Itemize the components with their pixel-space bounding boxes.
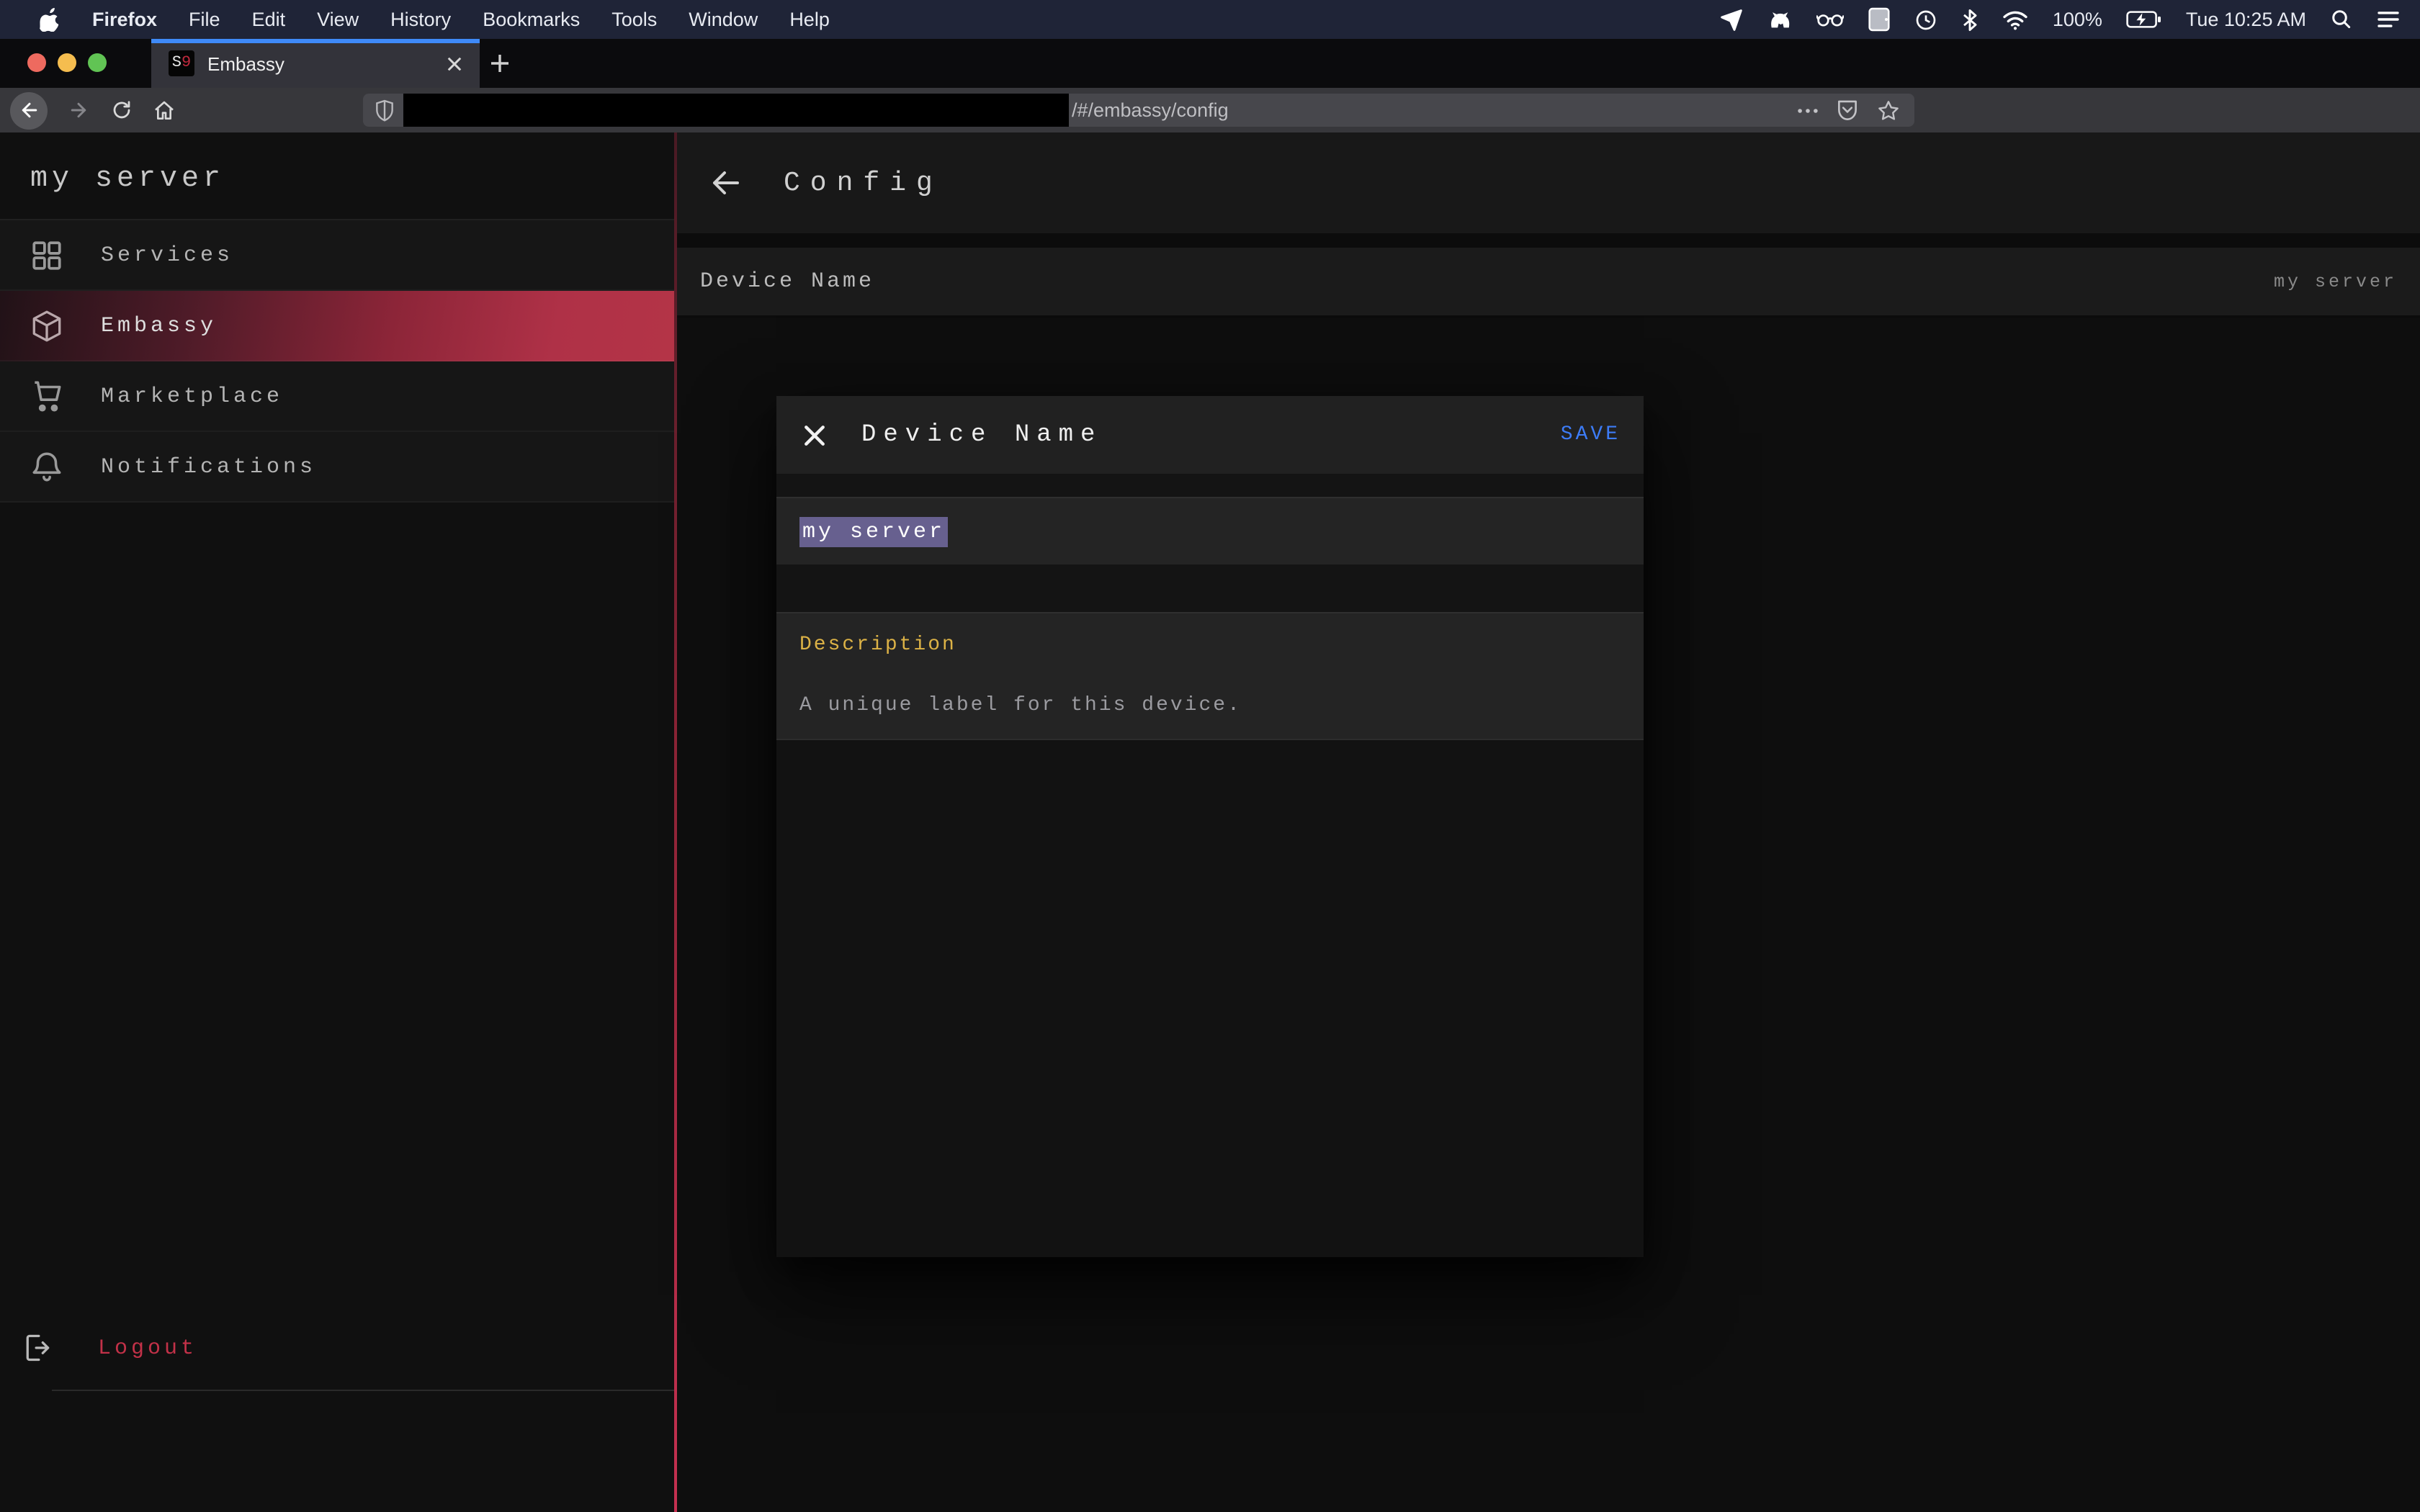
modal-gap bbox=[776, 474, 1644, 497]
header-gap bbox=[677, 233, 2420, 248]
back-arrow-icon bbox=[18, 99, 40, 121]
apple-icon bbox=[39, 7, 60, 32]
logout-button[interactable]: Logout bbox=[0, 1316, 674, 1380]
device-name-row[interactable]: Device Name my server bbox=[677, 248, 2420, 318]
sidebar-item-label: Embassy bbox=[101, 313, 217, 338]
page-header: Config bbox=[677, 132, 2420, 233]
close-icon[interactable] bbox=[802, 423, 827, 447]
sidebar-item-services[interactable]: Services bbox=[0, 219, 674, 291]
sidebar-item-label: Services bbox=[101, 243, 233, 267]
active-tab-indicator bbox=[151, 39, 480, 42]
zoom-window-button[interactable] bbox=[88, 53, 107, 72]
battery-icon bbox=[2127, 10, 2161, 29]
logout-icon bbox=[22, 1332, 53, 1364]
tab-title: Embassy bbox=[207, 53, 447, 74]
firefox-navbar: /#/embassy/config ADB bbox=[0, 88, 2420, 132]
sidebar-item-label: Notifications bbox=[101, 454, 316, 479]
menu-file[interactable]: File bbox=[173, 0, 236, 39]
modal-title: Device Name bbox=[861, 421, 1102, 449]
site-favicon: S9 bbox=[169, 50, 194, 76]
menu-edit[interactable]: Edit bbox=[236, 0, 302, 39]
device-name-value: my server bbox=[2274, 271, 2397, 292]
url-bar[interactable]: /#/embassy/config bbox=[363, 94, 1914, 127]
spotlight-icon[interactable] bbox=[2331, 9, 2352, 30]
sidebar-item-embassy[interactable]: Embassy bbox=[0, 291, 674, 361]
screen: Firefox File Edit View History Bookmarks… bbox=[0, 0, 2420, 1512]
back-button[interactable] bbox=[10, 91, 48, 129]
sidebar-menu: Services Embassy Marketplace Notificatio… bbox=[0, 219, 674, 503]
home-button[interactable] bbox=[143, 91, 186, 129]
menu-help[interactable]: Help bbox=[774, 0, 846, 39]
main-content: Config Device Name my server Device Name… bbox=[677, 132, 2420, 1512]
url-path-text: /#/embassy/config bbox=[1072, 99, 1798, 121]
description-label: Description bbox=[799, 634, 956, 657]
logout-label: Logout bbox=[98, 1336, 197, 1360]
tracking-protection-shield-icon[interactable] bbox=[375, 99, 395, 122]
cart-icon bbox=[29, 378, 65, 414]
cube-icon bbox=[29, 307, 65, 343]
glasses-icon[interactable] bbox=[1816, 10, 1844, 29]
modal-gap bbox=[776, 564, 1644, 612]
bookmark-star-icon[interactable] bbox=[1877, 99, 1900, 122]
sidebar-item-notifications[interactable]: Notifications bbox=[0, 432, 674, 503]
macos-menubar: Firefox File Edit View History Bookmarks… bbox=[0, 0, 2420, 39]
paper-plane-icon[interactable] bbox=[1720, 8, 1743, 31]
animal-icon[interactable] bbox=[1767, 9, 1792, 30]
menu-list-icon[interactable] bbox=[2377, 10, 2400, 29]
menu-bookmarks[interactable]: Bookmarks bbox=[467, 0, 596, 39]
close-window-button[interactable] bbox=[27, 53, 46, 72]
device-name-input[interactable]: my server bbox=[776, 497, 1644, 566]
reload-icon bbox=[110, 99, 132, 121]
pocket-icon[interactable] bbox=[1837, 99, 1858, 122]
close-tab-icon[interactable] bbox=[447, 55, 462, 71]
description-section: Description A unique label for this devi… bbox=[776, 612, 1644, 740]
plus-icon bbox=[490, 53, 510, 73]
page-title: Config bbox=[784, 167, 943, 199]
device-name-modal: Device Name SAVE my server Description A… bbox=[776, 396, 1644, 1257]
menu-view[interactable]: View bbox=[301, 0, 375, 39]
sidebar-divider bbox=[52, 1390, 674, 1391]
modal-header: Device Name SAVE bbox=[776, 396, 1644, 474]
bluetooth-icon[interactable] bbox=[1962, 8, 1978, 31]
sidebar: my server Services Embassy Marketplace N… bbox=[0, 132, 674, 1512]
time-machine-icon[interactable] bbox=[1914, 8, 1937, 31]
browser-tab-embassy[interactable]: S9 Embassy bbox=[151, 39, 480, 88]
save-button[interactable]: SAVE bbox=[1561, 423, 1621, 446]
input-selected-text: my server bbox=[799, 517, 948, 547]
display-icon[interactable] bbox=[1868, 7, 1890, 32]
firefox-tabbar: S9 Embassy bbox=[0, 39, 2420, 88]
wifi-icon[interactable] bbox=[2002, 9, 2028, 30]
menubar-app-name[interactable]: Firefox bbox=[76, 0, 173, 39]
grid-icon bbox=[29, 237, 65, 273]
menubar-clock[interactable]: Tue 10:25 AM bbox=[2186, 9, 2306, 30]
menu-history[interactable]: History bbox=[375, 0, 467, 39]
home-icon bbox=[153, 99, 176, 122]
new-tab-button[interactable] bbox=[490, 39, 510, 88]
sidebar-item-marketplace[interactable]: Marketplace bbox=[0, 361, 674, 432]
minimize-window-button[interactable] bbox=[58, 53, 76, 72]
menu-tools[interactable]: Tools bbox=[596, 0, 673, 39]
menu-window[interactable]: Window bbox=[673, 0, 774, 39]
reload-button[interactable] bbox=[99, 91, 143, 129]
device-name-label: Device Name bbox=[700, 269, 874, 294]
page-actions-ellipsis-icon[interactable] bbox=[1798, 107, 1818, 113]
server-name-title: my server bbox=[30, 163, 225, 196]
apple-menu[interactable] bbox=[23, 0, 76, 39]
battery-percentage: 100% bbox=[2053, 9, 2102, 30]
sidebar-item-label: Marketplace bbox=[101, 384, 283, 408]
bell-icon bbox=[29, 449, 65, 485]
forward-arrow-icon bbox=[67, 99, 89, 121]
forward-button[interactable] bbox=[56, 91, 99, 129]
redacted-url-host bbox=[403, 94, 1069, 127]
embassy-app: my server Services Embassy Marketplace N… bbox=[0, 132, 2420, 1512]
back-arrow-icon[interactable] bbox=[709, 166, 743, 200]
description-text: A unique label for this device. bbox=[799, 694, 1242, 717]
